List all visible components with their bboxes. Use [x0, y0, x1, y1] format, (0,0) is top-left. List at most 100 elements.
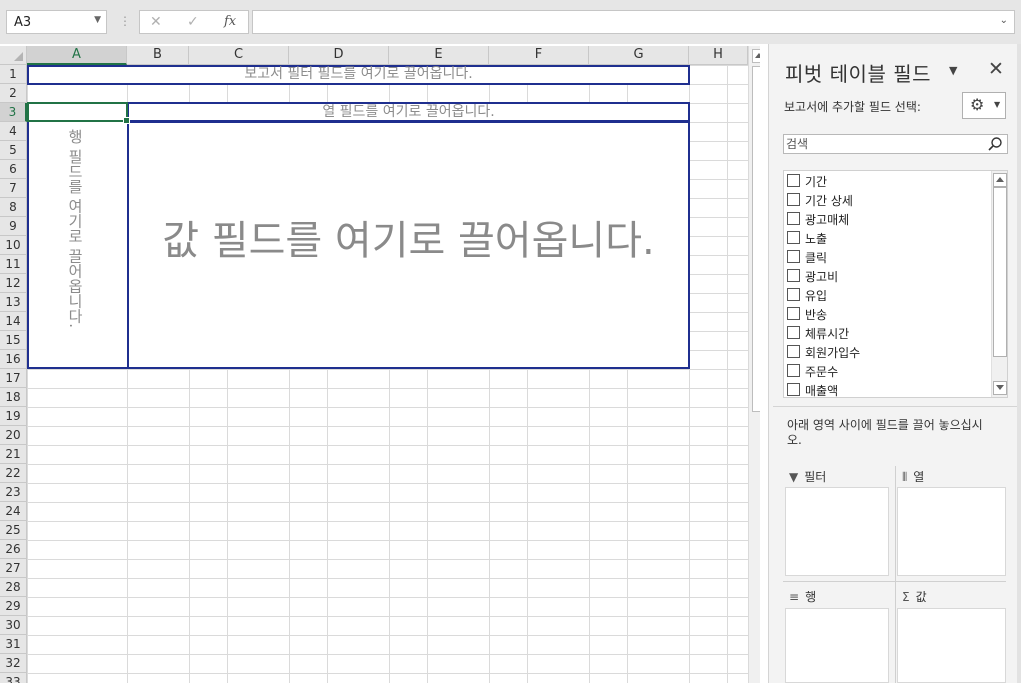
area-splitter[interactable] — [783, 581, 1006, 582]
filter-area[interactable] — [785, 487, 889, 576]
tools-button[interactable]: ⚙ ▼ — [962, 92, 1006, 119]
field-item[interactable]: 광고매체 — [784, 209, 989, 228]
field-list-scrollbar[interactable] — [991, 171, 1007, 397]
field-checkbox[interactable] — [787, 326, 800, 339]
row-header[interactable]: 25 — [0, 521, 27, 540]
row-header[interactable]: 23 — [0, 483, 27, 502]
field-checkbox[interactable] — [787, 307, 800, 320]
column-header-f[interactable]: F — [489, 46, 589, 65]
row-header[interactable]: 13 — [0, 293, 27, 312]
row-header[interactable]: 26 — [0, 540, 27, 559]
row-header[interactable]: 20 — [0, 426, 27, 445]
row-header[interactable]: 29 — [0, 597, 27, 616]
field-item[interactable]: 노출 — [784, 228, 989, 247]
field-checkbox[interactable] — [787, 345, 800, 358]
row-header[interactable]: 17 — [0, 369, 27, 388]
scroll-down-icon[interactable] — [993, 381, 1007, 395]
row-header[interactable]: 8 — [0, 198, 27, 217]
row-header[interactable]: 11 — [0, 255, 27, 274]
row-header[interactable]: 2 — [0, 84, 27, 103]
column-header-b[interactable]: B — [127, 46, 189, 65]
field-checkbox[interactable] — [787, 193, 800, 206]
rows-area[interactable] — [785, 608, 889, 683]
column-header-c[interactable]: C — [189, 46, 289, 65]
row-header[interactable]: 30 — [0, 616, 27, 635]
scroll-up-icon[interactable] — [752, 49, 760, 63]
row-header[interactable]: 21 — [0, 445, 27, 464]
row-header[interactable]: 7 — [0, 179, 27, 198]
pane-options-icon[interactable]: ▼ — [949, 64, 957, 77]
row-header[interactable]: 3 — [0, 103, 27, 122]
row-header[interactable]: 22 — [0, 464, 27, 483]
scroll-up-icon[interactable] — [993, 173, 1007, 187]
area-splitter[interactable] — [895, 466, 896, 683]
field-item[interactable]: 반송 — [784, 304, 989, 323]
field-item[interactable]: 기간 상세 — [784, 190, 989, 209]
pivot-filter-drop-zone[interactable]: 보고서 필터 필드를 여기로 끌어옵니다. — [27, 65, 690, 85]
row-header[interactable]: 1 — [0, 65, 27, 84]
cancel-icon[interactable]: ✕ — [150, 14, 162, 30]
field-item[interactable]: 주문수 — [784, 361, 989, 380]
column-header-g[interactable]: G — [589, 46, 689, 65]
row-header[interactable]: 33 — [0, 673, 27, 683]
field-item[interactable]: 회원가입수 — [784, 342, 989, 361]
pane-scrollbar[interactable] — [1017, 44, 1021, 683]
row-header[interactable]: 31 — [0, 635, 27, 654]
chevron-down-icon[interactable]: ▼ — [94, 15, 101, 25]
pivot-rows-drop-zone[interactable]: 행 필드를 여기로 끌어옵니다. — [27, 121, 129, 369]
insert-function-icon[interactable]: fx — [224, 14, 236, 29]
field-checkbox[interactable] — [787, 383, 800, 396]
select-all-button[interactable] — [0, 46, 27, 65]
row-header[interactable]: 10 — [0, 236, 27, 255]
fill-handle[interactable] — [123, 117, 130, 124]
column-header-e[interactable]: E — [389, 46, 489, 65]
values-area[interactable] — [897, 608, 1006, 683]
row-header[interactable]: 27 — [0, 559, 27, 578]
pivot-values-drop-zone[interactable]: 값 필드를 여기로 끌어옵니다. — [127, 121, 690, 369]
search-icon[interactable] — [987, 136, 1003, 152]
row-header[interactable]: 16 — [0, 350, 27, 369]
pivot-columns-drop-zone[interactable]: 열 필드를 여기로 끌어옵니다. — [127, 102, 690, 122]
row-header[interactable]: 28 — [0, 578, 27, 597]
name-box[interactable]: A3 ▼ — [6, 10, 107, 34]
field-checkbox[interactable] — [787, 250, 800, 263]
row-header[interactable]: 12 — [0, 274, 27, 293]
enter-icon[interactable]: ✓ — [187, 14, 199, 30]
field-item[interactable]: 광고비 — [784, 266, 989, 285]
row-header[interactable]: 14 — [0, 312, 27, 331]
field-checkbox[interactable] — [787, 212, 800, 225]
active-cell[interactable] — [27, 102, 130, 124]
search-input[interactable] — [786, 136, 982, 151]
formula-input[interactable]: ⌄ — [252, 10, 1015, 34]
expand-formula-icon[interactable]: ⌄ — [1000, 15, 1008, 26]
row-header[interactable]: 5 — [0, 141, 27, 160]
row-header[interactable]: 4 — [0, 122, 27, 141]
row-header[interactable]: 19 — [0, 407, 27, 426]
field-checkbox[interactable] — [787, 364, 800, 377]
vertical-scrollbar[interactable] — [748, 46, 760, 683]
field-checkbox[interactable] — [787, 174, 800, 187]
row-header[interactable]: 18 — [0, 388, 27, 407]
field-item[interactable]: 유입 — [784, 285, 989, 304]
field-item[interactable]: 기간 — [784, 171, 989, 190]
column-header-a[interactable]: A — [27, 46, 127, 65]
columns-area[interactable] — [897, 487, 1006, 576]
close-icon[interactable]: ✕ — [988, 58, 1004, 80]
column-header-h[interactable]: H — [689, 46, 748, 65]
scroll-thumb[interactable] — [993, 187, 1007, 357]
row-header[interactable]: 9 — [0, 217, 27, 236]
column-header-d[interactable]: D — [289, 46, 389, 65]
field-checkbox[interactable] — [787, 269, 800, 282]
row-header[interactable]: 15 — [0, 331, 27, 350]
field-checkbox[interactable] — [787, 231, 800, 244]
scroll-thumb[interactable] — [752, 66, 760, 412]
grip-icon[interactable]: ⋮ — [119, 14, 131, 28]
row-header[interactable]: 6 — [0, 160, 27, 179]
field-item[interactable]: 클릭 — [784, 247, 989, 266]
worksheet[interactable]: ABCDEFGH 1 2 3 4 5 6 7 8 9 10 11 12 13 14 15 16 17 18 19 20… — [0, 44, 760, 683]
field-checkbox[interactable] — [787, 288, 800, 301]
field-item[interactable]: 체류시간 — [784, 323, 989, 342]
field-item[interactable]: 매출액 — [784, 380, 989, 397]
row-header[interactable]: 24 — [0, 502, 27, 521]
row-header[interactable]: 32 — [0, 654, 27, 673]
